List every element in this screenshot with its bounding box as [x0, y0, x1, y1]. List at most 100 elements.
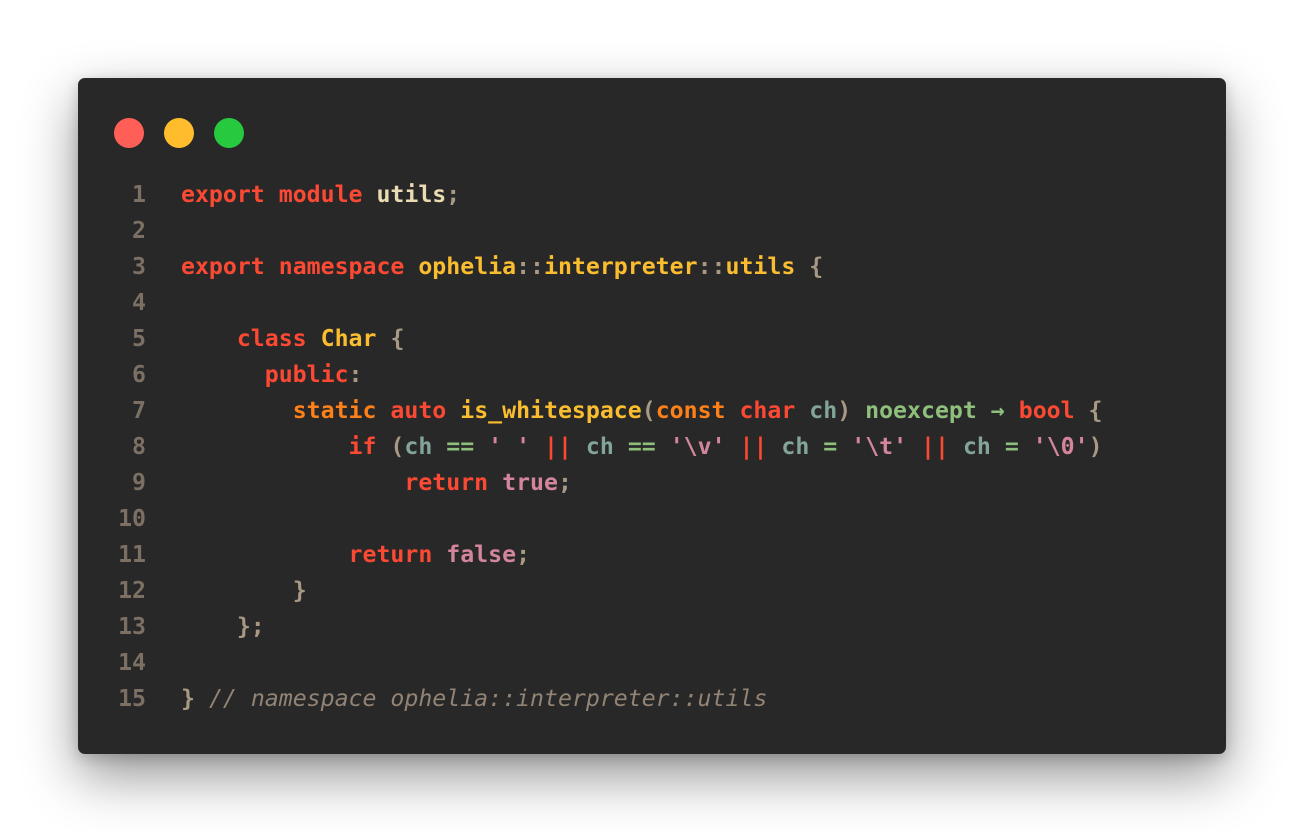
close-window-button[interactable]: [114, 118, 144, 148]
code-token: // namespace ophelia::interpreter::utils: [208, 685, 768, 712]
code-token: '\0': [1032, 433, 1089, 460]
code-window: 1 export module utils; 2 3 export namespace …: [78, 78, 1226, 754]
code-token: ch: [585, 433, 614, 460]
code-token: }: [292, 577, 307, 604]
code-token: static: [292, 397, 377, 424]
line-number: 12: [118, 577, 146, 604]
code-token: ): [1088, 433, 1103, 460]
code-line: 9 return true;: [78, 465, 1226, 501]
code-token: ==: [627, 433, 656, 460]
line-source: if (ch == ' ' || ch == '\v' || ch = '\t'…: [181, 429, 1103, 465]
line-number: 6: [132, 361, 146, 388]
line-number: 11: [118, 541, 146, 568]
code-token: '\t': [851, 433, 908, 460]
code-token: ch: [962, 433, 991, 460]
code-token: ch: [809, 397, 838, 424]
line-source: } // namespace ophelia::interpreter::uti…: [181, 681, 767, 717]
code-token: ): [837, 397, 852, 424]
code-line: 7 static auto is_whitespace(const char c…: [78, 393, 1226, 429]
code-token: :: [348, 361, 363, 388]
code-token: ==: [446, 433, 475, 460]
code-token: return: [348, 541, 433, 568]
code-line: 4: [78, 285, 1226, 321]
code-line: 12 }: [78, 573, 1226, 609]
code-token: interpreter: [544, 253, 698, 280]
code-token: is_whitespace: [460, 397, 642, 424]
line-number: 5: [132, 325, 146, 352]
code-token: const: [655, 397, 726, 424]
code-token: public: [264, 361, 349, 388]
code-token: ::: [516, 253, 544, 280]
code-line: 2: [78, 213, 1226, 249]
line-source: return false;: [181, 537, 531, 573]
line-number: 8: [132, 433, 146, 460]
code-token: ;: [516, 541, 531, 568]
code-line: 1 export module utils;: [78, 177, 1226, 213]
code-token: auto: [390, 397, 447, 424]
code-token: export: [181, 253, 265, 280]
line-source: public:: [181, 357, 363, 393]
code-token: =: [1004, 433, 1019, 460]
code-token: ::: [697, 253, 726, 280]
code-token: ||: [921, 433, 949, 460]
line-number: 14: [118, 649, 146, 676]
code-token: utils: [725, 253, 796, 280]
line-source: static auto is_whitespace(const char ch)…: [181, 393, 1103, 429]
code-token: '\v': [669, 433, 726, 460]
line-number: 7: [132, 397, 146, 424]
minimize-window-button[interactable]: [164, 118, 194, 148]
code-line: 15} // namespace ophelia::interpreter::u…: [78, 681, 1226, 717]
code-token: namespace: [278, 253, 405, 280]
code-block: 1 export module utils; 2 3 export namespace …: [78, 177, 1226, 717]
line-source: export module utils;: [181, 177, 460, 213]
line-number: 10: [118, 505, 146, 532]
code-token: ' ': [488, 433, 531, 460]
code-line: 8 if (ch == ' ' || ch == '\v' || ch = '\…: [78, 429, 1226, 465]
code-token: (: [641, 397, 656, 424]
code-token: module: [278, 181, 363, 208]
code-line: 6 public:: [78, 357, 1226, 393]
code-line: 5 class Char {: [78, 321, 1226, 357]
code-token: };: [236, 613, 265, 640]
maximize-window-button[interactable]: [214, 118, 244, 148]
line-number: 9: [132, 469, 146, 496]
line-source: return true;: [181, 465, 572, 501]
code-token: return: [404, 469, 489, 496]
line-source: class Char {: [181, 321, 405, 357]
code-line: 11 return false;: [78, 537, 1226, 573]
code-token: ;: [446, 181, 461, 208]
code-token: ;: [557, 469, 572, 496]
line-number: 4: [132, 289, 146, 316]
line-number: 1: [132, 181, 146, 208]
